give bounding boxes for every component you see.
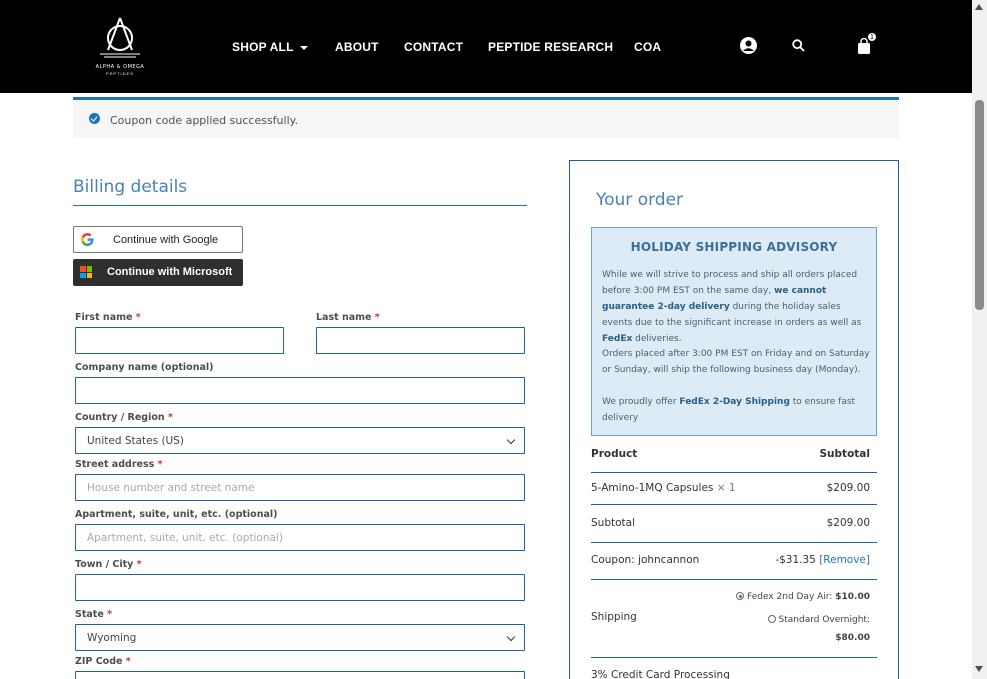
coupon-value: -$31.35 [Remove] (775, 554, 870, 566)
standard-overnight-price: $80.00 (835, 633, 870, 643)
zip-code-field[interactable] (75, 671, 525, 679)
scrollbar-thumb[interactable] (975, 100, 984, 310)
table-divider (591, 579, 877, 580)
billing-details-title: Billing details (73, 177, 188, 197)
microsoft-button-label: Continue with Microsoft (107, 266, 233, 278)
nav-coa[interactable]: COA (634, 40, 661, 54)
scroll-up-arrow-icon[interactable] (975, 4, 983, 10)
chevron-down-icon (299, 45, 308, 50)
radio-selected-icon[interactable] (736, 592, 745, 600)
coupon-label: Coupon: johncannon (591, 554, 700, 566)
advisory-title: HOLIDAY SHIPPING ADVISORY (630, 240, 838, 254)
continue-with-google-button[interactable]: Continue with Google (73, 226, 243, 253)
company-name-label: Company name (optional) (75, 362, 214, 373)
logo-subtext: PEPTIDES (106, 71, 134, 76)
processing-fee-label: 3% Credit Card Processing (591, 669, 730, 679)
state-label: State * (75, 609, 113, 620)
apartment-label: Apartment, suite, unit, etc. (optional) (75, 509, 278, 520)
microsoft-icon (80, 266, 92, 278)
nav-about[interactable]: ABOUT (335, 40, 379, 54)
company-name-field[interactable] (75, 377, 525, 404)
zip-code-label: ZIP Code * (75, 656, 131, 667)
first-name-field[interactable] (75, 327, 284, 354)
street-address-placeholder: House number and street name (87, 482, 255, 494)
check-circle-icon (89, 113, 100, 124)
shipping-option-standard-overnight[interactable]: Standard Overnight: (767, 615, 870, 625)
advisory-paragraph-3: We proudly offer FedEx 2-Day Shipping to… (602, 397, 856, 423)
country-label: Country / Region * (75, 412, 173, 423)
site-logo[interactable]: ALPHA & OMEGA PEPTIDES (86, 14, 154, 78)
last-name-field[interactable] (316, 327, 525, 354)
table-divider (591, 472, 877, 473)
advisory-paragraph-1: While we will strive to process and ship… (602, 270, 862, 344)
table-divider (591, 542, 877, 543)
chevron-down-icon (506, 435, 516, 445)
remove-coupon-link[interactable]: [Remove] (819, 554, 870, 566)
last-name-label: Last name * (316, 312, 380, 323)
google-button-label: Continue with Google (113, 234, 219, 246)
logo-text: ALPHA & OMEGA (95, 64, 145, 70)
first-name-label: First name * (75, 312, 141, 323)
table-divider (591, 657, 877, 658)
checkout-page: ALPHA & OMEGA PEPTIDES SHOP ALL ABOUT CO… (0, 0, 987, 679)
google-icon (81, 233, 94, 246)
nav-shop-all-label: SHOP ALL (232, 40, 294, 54)
street-address-field[interactable]: House number and street name (75, 474, 525, 501)
shipping-row: Shipping Fedex 2nd Day Air: $10.00 Stand… (591, 590, 877, 650)
subtotal-value: $209.00 (826, 517, 870, 529)
account-icon[interactable] (740, 37, 757, 54)
shipping-label: Shipping (591, 611, 637, 623)
table-divider (591, 504, 877, 505)
order-item-name: 5-Amino-1MQ Capsules × 1 (591, 482, 736, 494)
nav-contact[interactable]: CONTACT (404, 40, 463, 54)
subtotal-label: Subtotal (591, 517, 635, 529)
street-address-label: Street address * (75, 459, 163, 470)
chevron-down-icon (506, 632, 516, 642)
order-item-price: $209.00 (826, 482, 870, 494)
your-order-title: Your order (596, 190, 684, 210)
billing-divider (73, 205, 527, 206)
scroll-down-arrow-icon[interactable] (975, 666, 983, 672)
country-value: United States (US) (87, 435, 184, 447)
notice-text: Coupon code applied successfully. (110, 114, 299, 127)
advisory-paragraph-2: Orders placed after 3:00 PM EST on Frida… (602, 349, 870, 375)
cart-count-badge: 1 (867, 32, 877, 42)
city-field[interactable] (75, 574, 525, 601)
state-value: Wyoming (87, 632, 137, 644)
continue-with-microsoft-button[interactable]: Continue with Microsoft (73, 259, 243, 286)
alpha-omega-logo-icon (100, 17, 140, 58)
shipping-option-fedex-2nd-day[interactable]: Fedex 2nd Day Air: $10.00 (736, 592, 870, 602)
state-select[interactable]: Wyoming (75, 624, 525, 651)
nav-peptide-research[interactable]: PEPTIDE RESEARCH (488, 40, 613, 54)
apartment-field[interactable]: Apartment, suite, unit, etc. (optional) (75, 524, 525, 551)
nav-shop-all[interactable]: SHOP ALL (232, 40, 308, 54)
city-label: Town / City * (75, 559, 142, 570)
site-header: ALPHA & OMEGA PEPTIDES SHOP ALL ABOUT CO… (0, 0, 972, 93)
radio-unselected-icon[interactable] (767, 615, 776, 623)
apartment-placeholder: Apartment, suite, unit, etc. (optional) (87, 532, 283, 544)
search-icon[interactable] (792, 39, 805, 52)
subtotal-column-header: Subtotal (819, 448, 871, 460)
holiday-shipping-advisory: HOLIDAY SHIPPING ADVISORY While we will … (591, 227, 877, 436)
product-column-header: Product (591, 448, 638, 460)
coupon-notice: Coupon code applied successfully. (73, 97, 899, 138)
country-select[interactable]: United States (US) (75, 427, 525, 454)
